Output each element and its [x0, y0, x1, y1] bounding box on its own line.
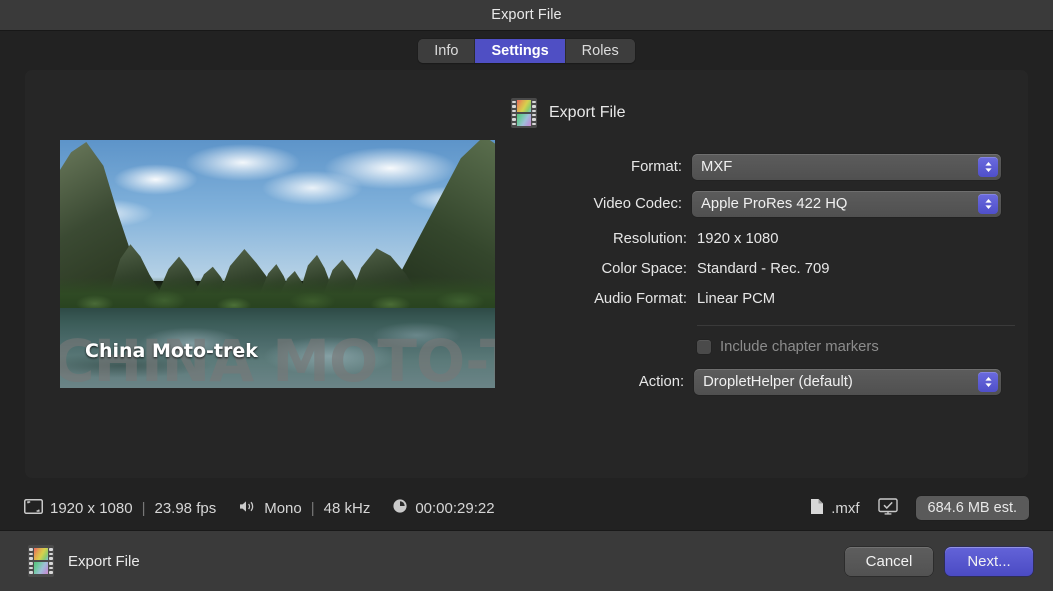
format-row: Format: MXF [511, 154, 1001, 180]
status-sample-rate: 48 kHz [323, 499, 371, 517]
format-popup-button[interactable]: MXF [692, 154, 1001, 180]
status-resolution: 1920 x 1080 [50, 499, 133, 517]
duration-group: 00:00:29:22 [392, 498, 495, 518]
action-label: Action: [638, 374, 685, 390]
resolution-label: Resolution: [612, 231, 687, 247]
output-file-group: .mxf [810, 498, 860, 519]
next-button[interactable]: Next... [945, 546, 1033, 576]
tab-info[interactable]: Info [418, 39, 476, 63]
status-extension: .mxf [831, 499, 860, 517]
export-header-label: Export File [549, 104, 626, 121]
format-label: Format: [631, 159, 683, 175]
color-space-value: Standard - Rec. 709 [697, 261, 830, 277]
status-separator-2: | [310, 499, 315, 517]
video-codec-value: Apple ProRes 422 HQ [701, 196, 848, 212]
status-fps: 23.98 fps [154, 499, 217, 517]
video-codec-label: Video Codec: [593, 196, 683, 212]
estimated-size-badge: 684.6 MB est. [915, 496, 1029, 520]
chevron-up-down-icon[interactable] [978, 372, 998, 392]
display-check-icon[interactable] [877, 497, 898, 519]
export-file-dialog: Export File Info Settings Roles CHINA MO… [0, 0, 1053, 591]
status-duration: 00:00:29:22 [415, 499, 495, 517]
document-icon [810, 498, 824, 519]
color-space-row: Color Space: Standard - Rec. 709 [511, 261, 1001, 277]
action-value: DropletHelper (default) [703, 374, 853, 390]
include-chapter-markers-row: Include chapter markers [697, 339, 1001, 355]
export-settings-form: Export File Format: MXF Video Codec: App… [511, 98, 1015, 395]
chevron-up-down-icon[interactable] [978, 157, 998, 177]
resolution-row: Resolution: 1920 x 1080 [511, 231, 1001, 247]
filmstrip-icon [28, 545, 54, 577]
dialog-bottom-bar: Export File Cancel Next... [0, 530, 1053, 591]
format-value: MXF [701, 159, 733, 175]
preview-title-text: China Moto-trek [85, 340, 258, 362]
window-title: Export File [491, 7, 562, 23]
media-status-bar: 1920 x 1080 | 23.98 fps Mono | 48 kHz 00… [0, 486, 1053, 530]
section-divider [697, 325, 1015, 326]
dialog-button-row: Cancel Next... [845, 546, 1033, 576]
settings-panel: CHINA MOTO-TREK China Moto-trek Export F… [25, 70, 1028, 478]
tab-roles[interactable]: Roles [565, 39, 635, 63]
audio-format-row: Audio Format: Linear PCM [511, 291, 1001, 307]
filmstrip-icon [511, 98, 537, 128]
status-separator-1: | [141, 499, 146, 517]
resolution-value: 1920 x 1080 [697, 231, 779, 247]
audio-format-value: Linear PCM [697, 291, 776, 307]
action-popup-button[interactable]: DropletHelper (default) [694, 369, 1001, 395]
color-space-label: Color Space: [601, 261, 687, 277]
video-codec-popup-button[interactable]: Apple ProRes 422 HQ [692, 191, 1001, 217]
export-header: Export File [511, 98, 1001, 128]
speaker-icon [238, 499, 257, 518]
status-channels: Mono [264, 499, 302, 517]
audio-format-label: Audio Format: [594, 291, 687, 307]
include-chapter-markers-label: Include chapter markers [720, 339, 879, 355]
bottom-bar-label: Export File [68, 552, 140, 570]
action-row: Action: DropletHelper (default) [511, 369, 1001, 395]
tab-segmented-control: Info Settings Roles [418, 39, 635, 63]
include-chapter-markers-checkbox[interactable] [697, 340, 711, 354]
tab-settings[interactable]: Settings [475, 39, 566, 63]
frame-size-icon [24, 498, 43, 518]
clock-icon [392, 498, 408, 518]
tab-bar: Info Settings Roles [0, 31, 1053, 71]
audio-info-group: Mono | 48 kHz [238, 499, 370, 518]
chevron-up-down-icon[interactable] [978, 194, 998, 214]
video-codec-row: Video Codec: Apple ProRes 422 HQ [511, 191, 1001, 217]
video-info-group: 1920 x 1080 | 23.98 fps [24, 498, 217, 518]
cancel-button[interactable]: Cancel [845, 546, 933, 576]
video-preview-thumbnail[interactable]: CHINA MOTO-TREK China Moto-trek [60, 140, 495, 388]
window-titlebar: Export File [0, 0, 1053, 31]
